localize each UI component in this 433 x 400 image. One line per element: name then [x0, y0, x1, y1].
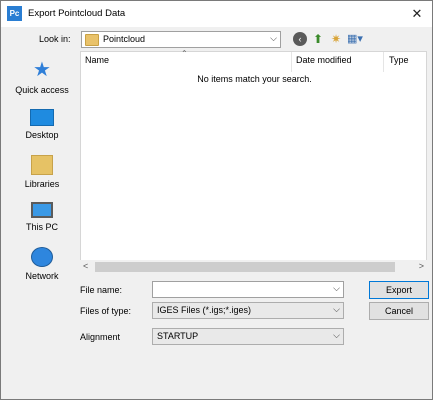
place-desktop[interactable]: Desktop — [8, 109, 76, 140]
place-label: Desktop — [25, 130, 59, 140]
chevron-down-icon[interactable]: ⌵ — [333, 283, 340, 294]
star-icon: ★ — [33, 59, 51, 81]
alignment-select[interactable]: STARTUP ⌵ — [152, 328, 344, 345]
chevron-down-icon: ⌵ — [333, 330, 340, 340]
close-button[interactable]: ✕ — [402, 1, 432, 27]
scroll-thumb[interactable] — [95, 262, 395, 272]
new-folder-icon[interactable]: ✷ — [329, 32, 343, 46]
filetype-select[interactable]: IGES Files (*.igs;*.iges) ⌵ — [152, 302, 344, 319]
places-bar: ★ Quick access Desktop Libraries This PC… — [8, 51, 76, 313]
filename-field[interactable]: ⌵ — [152, 281, 344, 298]
folder-icon — [85, 34, 99, 46]
filename-label: File name: — [80, 285, 123, 295]
scroll-left-icon[interactable]: < — [83, 261, 88, 271]
lookin-label: Look in: — [39, 34, 71, 44]
app-icon: Pc — [7, 6, 22, 21]
column-divider[interactable] — [383, 52, 384, 72]
place-network[interactable]: Network — [8, 247, 76, 281]
network-icon — [31, 247, 53, 267]
chevron-down-icon: ⌵ — [270, 33, 277, 43]
view-menu-icon[interactable]: ▦▾ — [347, 32, 365, 46]
file-list[interactable]: Name ⌃ Date modified Type No items match… — [80, 49, 427, 274]
place-label: This PC — [25, 222, 58, 232]
filetype-label: Files of type: — [80, 306, 132, 316]
column-divider[interactable] — [291, 52, 292, 72]
alignment-value: STARTUP — [157, 331, 199, 341]
filetype-value: IGES Files (*.igs;*.iges) — [157, 305, 252, 315]
desktop-icon — [30, 109, 54, 126]
column-header-date-modified[interactable]: Date modified — [296, 55, 352, 65]
export-dialog: Pc Export Pointcloud Data ✕ Look in: Poi… — [0, 0, 433, 400]
place-libraries[interactable]: Libraries — [8, 155, 76, 189]
up-folder-icon[interactable]: ⬆ — [311, 32, 325, 46]
window-title: Export Pointcloud Data — [28, 8, 126, 19]
place-this-pc[interactable]: This PC — [8, 202, 76, 232]
empty-message: No items match your search. — [197, 74, 312, 84]
column-header-type[interactable]: Type — [389, 55, 409, 65]
alignment-label: Alignment — [80, 332, 121, 342]
sort-ascending-icon: ⌃ — [181, 49, 188, 58]
column-header-name[interactable]: Name — [85, 55, 109, 65]
scroll-right-icon[interactable]: > — [419, 261, 424, 271]
place-quick-access[interactable]: ★ Quick access — [8, 59, 76, 95]
export-button[interactable]: Export — [369, 281, 429, 299]
horizontal-scrollbar[interactable]: < > — [80, 260, 427, 274]
place-label: Network — [25, 271, 59, 281]
lookin-value: Pointcloud — [103, 34, 146, 44]
libraries-icon — [31, 155, 53, 175]
computer-icon — [31, 202, 53, 218]
place-label: Libraries — [24, 179, 60, 189]
cancel-button[interactable]: Cancel — [369, 302, 429, 320]
lookin-dropdown[interactable]: Pointcloud ⌵ — [81, 31, 281, 48]
back-icon[interactable]: ‹ — [293, 32, 307, 46]
place-label: Quick access — [15, 85, 69, 95]
chevron-down-icon: ⌵ — [333, 304, 340, 314]
title-bar: Pc Export Pointcloud Data ✕ — [1, 1, 432, 27]
